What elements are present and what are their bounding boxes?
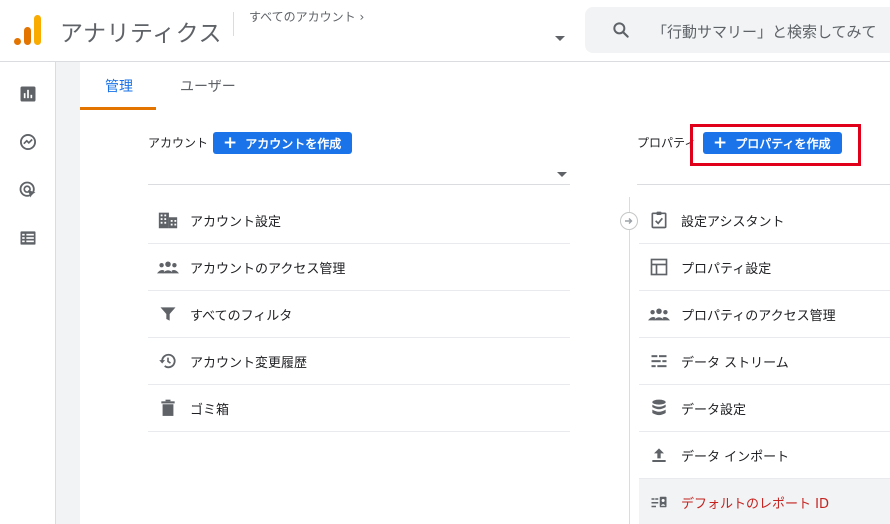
data-import-item[interactable]: データ インポート	[639, 432, 890, 479]
building-icon	[156, 208, 180, 232]
setup-assistant-item[interactable]: 設定アシスタント	[639, 197, 890, 244]
data-settings-label: データ設定	[681, 402, 747, 418]
highlight-annotation	[690, 124, 861, 166]
people-icon	[647, 302, 671, 326]
data-streams-item[interactable]: データ ストリーム	[639, 338, 890, 385]
setup-assistant-label: 設定アシスタント	[681, 214, 785, 230]
app-title: アナリティクス	[60, 21, 222, 47]
property-selector[interactable]	[637, 184, 890, 185]
property-access-item[interactable]: プロパティのアクセス管理	[639, 291, 890, 338]
data-streams-label: データ ストリーム	[681, 355, 789, 371]
create-account-label: アカウントを作成	[245, 136, 342, 151]
left-nav	[0, 62, 56, 524]
plus-icon: +	[223, 132, 238, 153]
account-access-item[interactable]: アカウントのアクセス管理	[148, 244, 570, 291]
layout-icon	[647, 255, 671, 279]
property-column-label: プロパティ	[637, 136, 697, 150]
app-header: アナリティクス すべてのアカウント › 「行動サマリー」と検索してみて	[0, 0, 890, 62]
explore-icon[interactable]	[18, 132, 38, 152]
search-box[interactable]: 「行動サマリー」と検索してみて	[585, 7, 890, 53]
title-divider	[233, 12, 234, 36]
people-icon	[156, 255, 180, 279]
report-id-icon	[647, 490, 671, 514]
property-settings-item[interactable]: プロパティ設定	[639, 244, 890, 291]
arrow-right-circle-icon	[620, 212, 638, 230]
admin-tabs: 管理 ユーザー	[80, 62, 890, 110]
reports-icon[interactable]	[18, 84, 38, 104]
advertising-icon[interactable]	[18, 180, 38, 200]
column-divider	[629, 197, 630, 524]
account-column-label: アカウント	[148, 136, 209, 150]
account-settings-item[interactable]: アカウント設定	[148, 197, 570, 244]
property-settings-label: プロパティ設定	[681, 261, 772, 277]
trash-item[interactable]: ゴミ箱	[148, 385, 570, 432]
account-breadcrumb[interactable]: すべてのアカウント ›	[249, 8, 364, 25]
filter-icon	[156, 302, 180, 326]
trash-label: ゴミ箱	[190, 402, 230, 418]
account-access-label: アカウントのアクセス管理	[190, 261, 346, 277]
account-picker-caret-icon[interactable]	[555, 36, 565, 41]
trash-icon	[156, 396, 180, 420]
property-access-label: プロパティのアクセス管理	[681, 308, 836, 324]
account-selector[interactable]	[148, 184, 570, 185]
data-settings-item[interactable]: データ設定	[639, 385, 890, 432]
account-settings-label: アカウント設定	[190, 214, 282, 230]
search-icon	[613, 22, 629, 38]
account-change-history-item[interactable]: アカウント変更履歴	[148, 338, 570, 385]
data-import-label: データ インポート	[681, 449, 790, 465]
tab-admin[interactable]: 管理	[105, 76, 133, 96]
database-icon	[647, 396, 671, 420]
history-icon	[156, 349, 180, 373]
configure-icon[interactable]	[18, 228, 38, 248]
checklist-icon	[647, 208, 671, 232]
default-report-id-item[interactable]: デフォルトのレポート ID	[639, 479, 890, 524]
upload-icon	[647, 443, 671, 467]
create-account-button[interactable]: + アカウントを作成	[213, 132, 352, 154]
default-report-id-label: デフォルトのレポート ID	[681, 496, 829, 512]
search-placeholder: 「行動サマリー」と検索してみて	[652, 23, 877, 41]
tab-user[interactable]: ユーザー	[180, 76, 236, 96]
all-filters-label: すべてのフィルタ	[190, 308, 293, 324]
streams-icon	[647, 349, 671, 373]
property-list: 設定アシスタント プロパティ設定 プロパティのアクセス管理 データ ストリーム	[639, 197, 890, 524]
all-filters-item[interactable]: すべてのフィルタ	[148, 291, 570, 338]
account-change-history-label: アカウント変更履歴	[190, 355, 308, 371]
analytics-logo-icon[interactable]	[14, 15, 42, 45]
account-dropdown-caret-icon[interactable]	[557, 172, 567, 177]
account-list: アカウント設定 アカウントのアクセス管理 すべてのフィルタ アカウント変更履歴	[148, 197, 570, 432]
admin-panel: アカウント + アカウントを作成 アカウント設定 アカウントのアクセス管理 すべ…	[80, 110, 890, 524]
